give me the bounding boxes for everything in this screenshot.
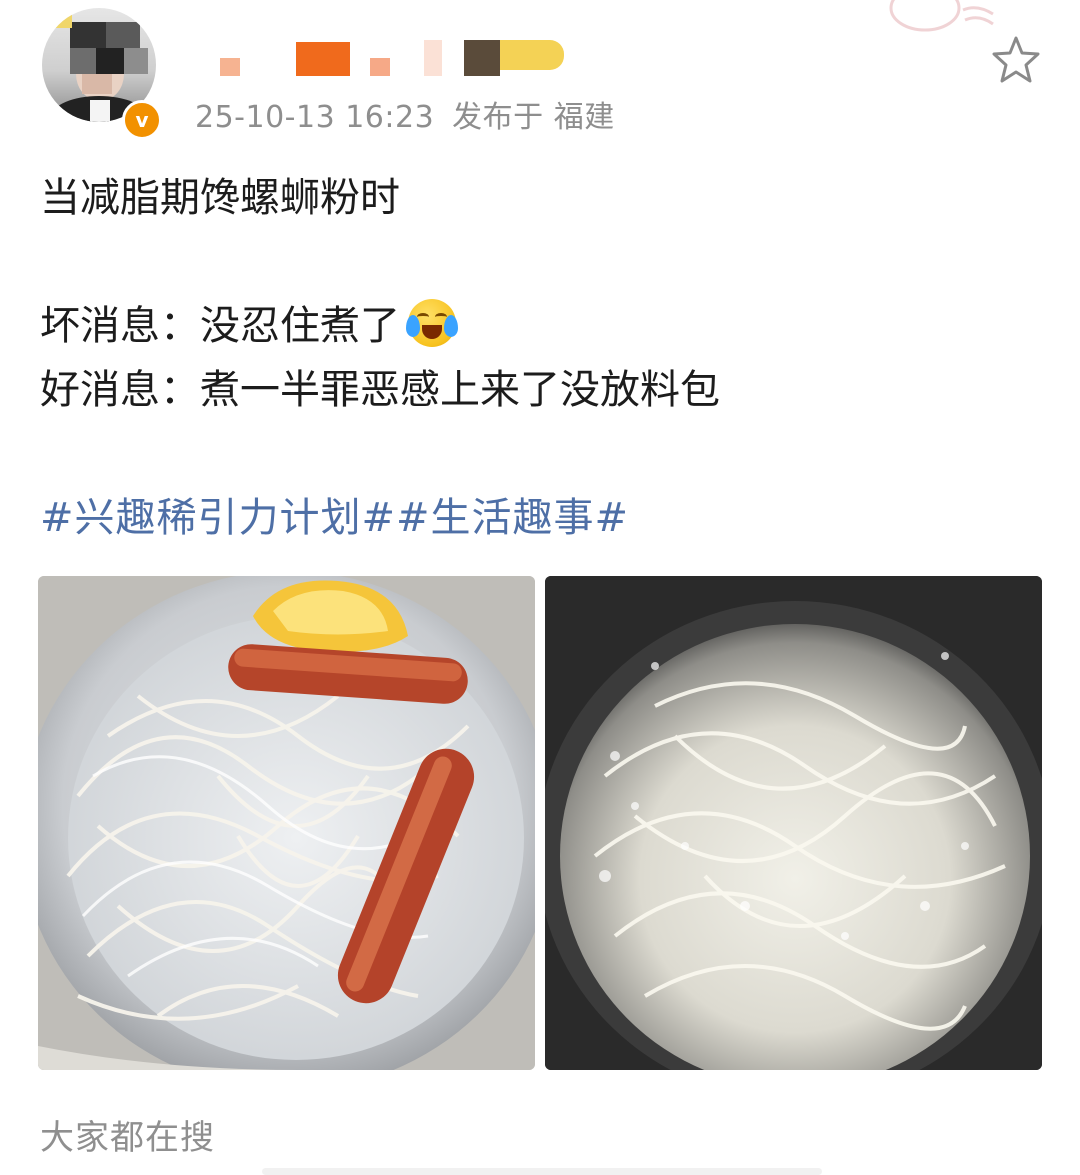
trending-search-bar[interactable] xyxy=(262,1168,822,1175)
post-header: v 25-10-13 16:23 发布于 福建 xyxy=(0,0,1080,150)
post-body: 当减脂期馋螺蛳粉时 坏消息：没忍住煮了 好消息：煮一半罪恶感上来了没放料包 #兴… xyxy=(40,166,1040,550)
topic-link[interactable]: #兴趣稀引力计划# xyxy=(40,495,396,541)
post-timestamp: 25-10-13 16:23 xyxy=(195,100,435,135)
post-text-line: 当减脂期馋螺蛳粉时 xyxy=(40,175,400,221)
verified-badge-icon: v xyxy=(122,100,162,140)
post-text-line: 好消息：煮一半罪恶感上来了没放料包 xyxy=(40,367,720,413)
topic-link[interactable]: #生活趣事# xyxy=(396,495,629,541)
post-image-boiling-noodles[interactable] xyxy=(545,576,1042,1070)
star-icon[interactable] xyxy=(990,34,1042,86)
post-meta: 25-10-13 16:23 发布于 福建 xyxy=(195,92,615,136)
post-text-line: 坏消息：没忍住煮了 xyxy=(40,294,1040,358)
watermark-stamp xyxy=(889,0,994,32)
post-image-noodles-with-sausage[interactable] xyxy=(38,576,535,1070)
post-text-segment: 坏消息：没忍住煮了 xyxy=(40,303,400,349)
topic-tags: #兴趣稀引力计划##生活趣事# xyxy=(40,486,1040,550)
username-mosaic[interactable] xyxy=(220,38,580,80)
post-location: 发布于 福建 xyxy=(452,100,615,135)
trending-search-label: 大家都在搜 xyxy=(40,1118,215,1158)
crying-laughing-emoji-icon xyxy=(406,299,458,347)
